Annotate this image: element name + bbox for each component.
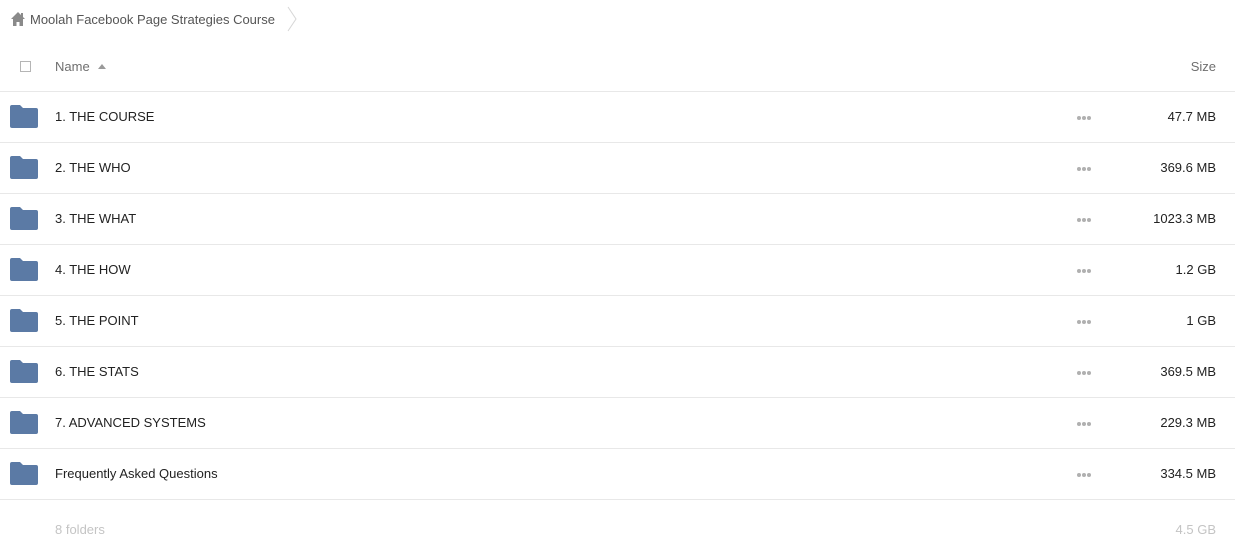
list-footer: 8 folders 4.5 GB bbox=[0, 520, 1235, 544]
more-options-icon[interactable] bbox=[1076, 166, 1092, 172]
table-row[interactable]: Frequently Asked Questions 334.5 MB bbox=[0, 449, 1235, 500]
more-options-icon[interactable] bbox=[1076, 268, 1092, 274]
folder-icon bbox=[10, 156, 38, 179]
table-row[interactable]: 5. THE POINT 1 GB bbox=[0, 296, 1235, 347]
name-column-header[interactable]: Name bbox=[55, 59, 106, 74]
more-options-icon[interactable] bbox=[1076, 421, 1092, 427]
folder-icon bbox=[10, 207, 38, 230]
table-row[interactable]: 4. THE HOW 1.2 GB bbox=[0, 245, 1235, 296]
home-icon[interactable] bbox=[10, 11, 26, 27]
more-options-icon[interactable] bbox=[1076, 370, 1092, 376]
chevron-right-icon bbox=[287, 6, 297, 32]
folder-size: 47.7 MB bbox=[1167, 109, 1216, 124]
folder-size: 229.3 MB bbox=[1160, 415, 1216, 430]
folder-name[interactable]: 7. ADVANCED SYSTEMS bbox=[55, 415, 206, 430]
more-options-icon[interactable] bbox=[1076, 115, 1092, 121]
breadcrumb-item-current[interactable]: Moolah Facebook Page Strategies Course bbox=[30, 12, 275, 27]
folder-icon bbox=[10, 309, 38, 332]
folder-size: 369.5 MB bbox=[1160, 364, 1216, 379]
folder-name[interactable]: 6. THE STATS bbox=[55, 364, 139, 379]
table-row[interactable]: 1. THE COURSE 47.7 MB bbox=[0, 92, 1235, 143]
select-all-checkbox[interactable] bbox=[20, 61, 31, 72]
more-options-icon[interactable] bbox=[1076, 319, 1092, 325]
table-row[interactable]: 3. THE WHAT 1023.3 MB bbox=[0, 194, 1235, 245]
folder-count: 8 folders bbox=[55, 522, 105, 537]
folder-name[interactable]: 1. THE COURSE bbox=[55, 109, 154, 124]
folder-icon bbox=[10, 360, 38, 383]
folder-size: 334.5 MB bbox=[1160, 466, 1216, 481]
folder-size: 1.2 GB bbox=[1175, 262, 1216, 277]
folder-size: 1 GB bbox=[1186, 313, 1216, 328]
folder-name[interactable]: 3. THE WHAT bbox=[55, 211, 136, 226]
table-row[interactable]: 6. THE STATS 369.5 MB bbox=[0, 347, 1235, 398]
folder-size: 369.6 MB bbox=[1160, 160, 1216, 175]
folder-icon bbox=[10, 258, 38, 281]
folder-name[interactable]: 2. THE WHO bbox=[55, 160, 131, 175]
table-row[interactable]: 7. ADVANCED SYSTEMS 229.3 MB bbox=[0, 398, 1235, 449]
name-column-label: Name bbox=[55, 59, 90, 74]
folder-size: 1023.3 MB bbox=[1153, 211, 1216, 226]
folder-name[interactable]: Frequently Asked Questions bbox=[55, 466, 218, 481]
more-options-icon[interactable] bbox=[1076, 472, 1092, 478]
table-row[interactable]: 2. THE WHO 369.6 MB bbox=[0, 143, 1235, 194]
total-size: 4.5 GB bbox=[1175, 522, 1216, 537]
list-header: Name Size bbox=[0, 42, 1235, 92]
sort-ascending-icon bbox=[97, 64, 106, 69]
folder-icon bbox=[10, 411, 38, 434]
folder-name[interactable]: 4. THE HOW bbox=[55, 262, 131, 277]
folder-icon bbox=[10, 105, 38, 128]
folder-list: 1. THE COURSE 47.7 MB 2. THE WHO 369.6 M… bbox=[0, 92, 1235, 500]
more-options-icon[interactable] bbox=[1076, 217, 1092, 223]
folder-name[interactable]: 5. THE POINT bbox=[55, 313, 139, 328]
breadcrumb: Moolah Facebook Page Strategies Course bbox=[10, 0, 297, 38]
folder-icon bbox=[10, 462, 38, 485]
size-column-header[interactable]: Size bbox=[1191, 59, 1216, 74]
